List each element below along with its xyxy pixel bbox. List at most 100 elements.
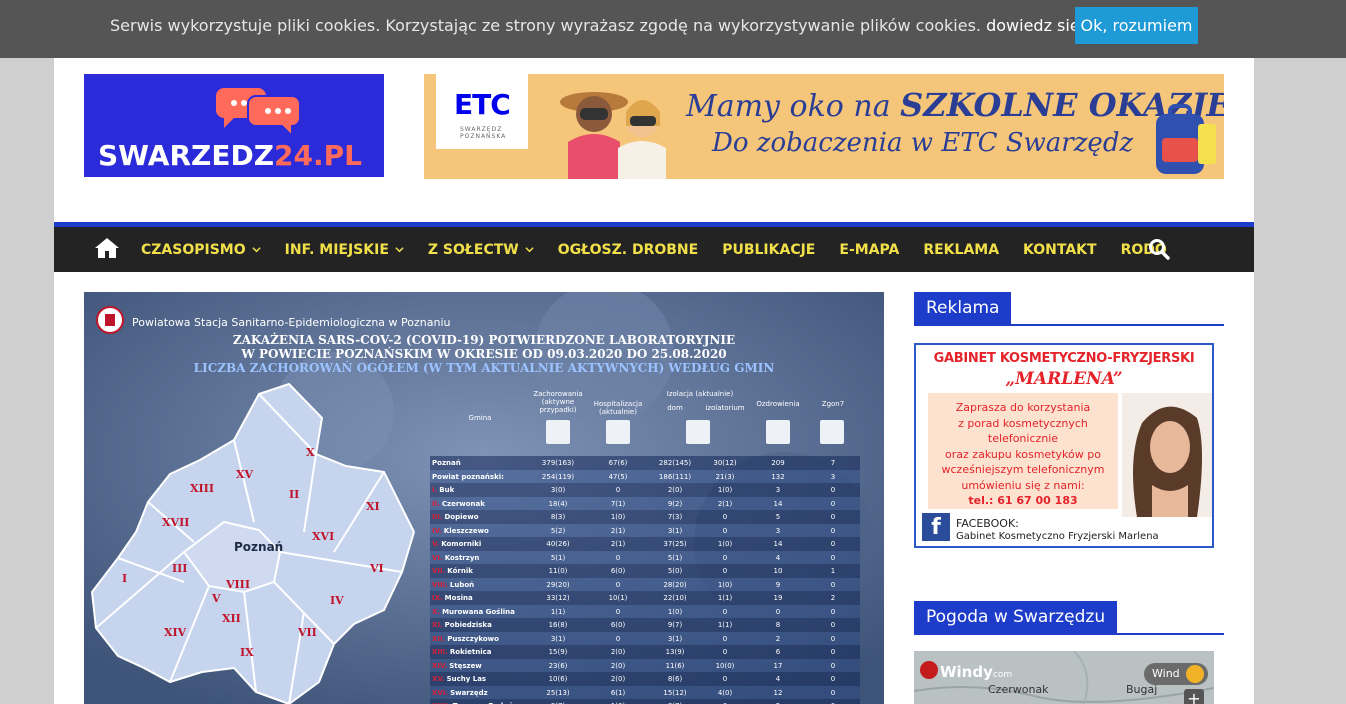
cell-gmina-number: XV. [432,675,445,683]
cell-hosp: 6(0) [610,567,626,575]
nav-item-z-sołectw[interactable]: Z SOŁECTW [428,242,534,258]
cell-ozdr: 10 [773,567,783,575]
nav-item-kontakt[interactable]: KONTAKT [1023,242,1097,258]
table-header: Gmina Zachorowania (aktywne przypadki) H… [430,390,860,454]
cell-izo: 0 [722,513,728,521]
zoom-in-button[interactable]: + [1184,689,1204,704]
map-region-label: VIII [226,578,250,591]
cell-dom: 9(2) [667,499,683,508]
map-region-label: XVI [312,530,335,543]
covid-infographic[interactable]: Powiatowa Stacja Sanitarno-Epidemiologic… [84,292,884,704]
facebook-icon: f [922,513,950,541]
cell-gmina-name: Puszczykowo [447,634,499,643]
etc-logo-subtitle: SWARZĘDZ POZNAŃSKA [460,126,507,140]
cell-izo: 1(0) [717,580,733,589]
cell-hosp: 2(0) [610,648,626,656]
etc-logo-box: ETC SWARZĘDZ POZNAŃSKA [436,74,528,149]
nav-item-reklama[interactable]: REKLAMA [923,242,999,258]
table-row: XVII.Tarnowo Podgórne9(7)1(0)8(7)020 [430,699,860,704]
cell-ozdr: 3 [775,486,781,494]
map-region-label: VII [298,626,317,639]
cell-gmina-name: Murowana Goślina [442,607,515,616]
map-region-label: XIV [164,626,187,639]
table-body: Poznań 379(163) 67(6) 282(145) 30(12) 209 7 Pow… [430,456,860,704]
windy-logo: Windycom [940,663,1012,681]
cell-hosp: 0 [615,580,621,589]
cell-gmina-name: Poznań [432,459,461,467]
cell-hosp: 6(0) [610,621,626,629]
cell-gmina-number: XIII. [432,648,448,656]
cases-icon [546,420,570,444]
cell-zgon: 0 [830,499,836,508]
cell-gmina-name: Czerwonak [441,499,485,508]
windy-logo-suffix: com [992,670,1013,680]
table-row: Poznań 379(163) 67(6) 282(145) 30(12) 209 7 [430,456,860,470]
site-logo[interactable]: SWARZEDZ24.PL [84,74,384,177]
cell-gmina-number: I. [432,486,438,494]
nav-item-e-mapa[interactable]: E-MAPA [839,242,899,258]
cell-izo: 2(1) [717,499,733,508]
cell-gmina-number: II. [432,499,440,508]
windy-weather-widget[interactable]: Windycom Czerwonak Bugaj Wind + [914,651,1214,704]
cell-gmina: IX. Mosina [432,594,528,602]
nav-menu: CZASOPISMO INF. MIEJSKIE Z SOŁECTW OGŁOSZ. … [141,227,1191,272]
cell-dom: 3(1) [667,526,683,535]
search-icon[interactable] [1148,238,1170,260]
cell-dom: 5(1) [667,553,683,562]
map-place-label: Czerwonak [988,683,1049,696]
table-row: VII. Kórnik 11(0) 6(0) 5(0) 0 10 1 [430,564,860,578]
cell-ozdr: 3 [775,526,781,535]
cell-zgon: 0 [830,675,836,683]
cell-gmina-name: Kostrzyn [444,553,480,562]
cookie-text: Serwis wykorzystuje pliki cookies. Korzy… [110,16,981,35]
table-row: I. Buk 3(0) 0 2(0) 1(0) 3 0 [430,483,860,497]
sidebar-weather-title: Pogoda w Swarzędzu [914,601,1118,633]
logo-text-accent: 24.PL [274,139,362,172]
nav-item-publikacje[interactable]: PUBLIKACJE [722,242,815,258]
cell-ozdr: 14 [773,540,783,548]
cell-gmina: II. Czerwonak [432,500,528,508]
chevron-down-icon [395,247,404,253]
cookie-bar: Serwis wykorzystuje pliki cookies. Korzy… [0,0,1346,58]
cell-hosp: 1(0) [610,513,626,521]
cell-dom: 15(12) [663,688,687,697]
cell-izo: 1(1) [717,621,733,629]
cell-gmina-number: V. [432,540,440,548]
cell-gmina: VII. Kórnik [432,567,528,575]
cell-hosp: 0 [615,486,621,494]
sanepid-emblem-icon [96,306,124,334]
cell-dom: 28(20) [663,580,687,589]
nav-item-ogłosz-drobne[interactable]: OGŁOSZ. DROBNE [558,242,698,258]
cell-dom: 3(1) [667,634,683,643]
table-row: II. Czerwonak 18(4) 7(1) 9(2) 2(1) 14 0 [430,496,860,510]
cell-gmina-name: Powiat poznański: [432,472,504,481]
wind-layer-toggle[interactable]: Wind [1144,663,1208,685]
map-region-label: XV [236,468,254,481]
cell-gmina: XII. Puszczykowo [432,635,528,643]
nav-item-czasopismo[interactable]: CZASOPISMO [141,242,261,258]
cookie-accept-button[interactable]: Ok, rozumiem [1075,7,1198,44]
cell-gmina-name: Komorniki [441,540,482,548]
ribbon-icon [820,420,844,444]
map-region-label: XII [222,612,241,625]
windy-logo-icon [920,661,938,679]
cell-dom: 9(7) [667,621,683,629]
nav-item-label: PUBLIKACJE [722,241,816,258]
cell-gmina-number: IV. [432,526,442,535]
etc-banner-ad[interactable]: ETC SWARZĘDZ POZNAŃSKA Mamy oko na SZKOL… [424,74,1224,179]
ad-description-line: z porad kosmetycznych [958,416,1088,430]
cell-gmina-number: XIV. [432,661,448,670]
cell-zach: 15(9) [548,648,568,656]
home-icon[interactable] [94,236,120,260]
cell-gmina-number: VIII. [432,580,448,589]
cell-gmina-number: IX. [432,594,443,602]
marlena-salon-ad[interactable]: GABINET KOSMETYCZNO-FRYZJERSKI „MARLENA”… [914,343,1214,548]
cell-gmina: X. Murowana Goślina [432,608,528,616]
cell-gmina-name: Swarzędz [450,688,488,697]
cell-ozdr: 132 [771,472,785,481]
cell-dom: 7(3) [667,513,683,521]
cell-dom: 1(0) [667,607,683,616]
nav-item-inf-miejskie[interactable]: INF. MIEJSKIE [285,242,404,258]
cell-zgon: 0 [830,688,836,697]
cell-gmina: Powiat poznański: [432,473,528,481]
